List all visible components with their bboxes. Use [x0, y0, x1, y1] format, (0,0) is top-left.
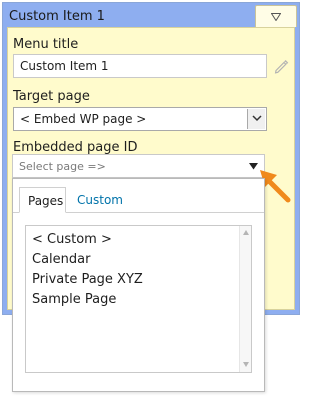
- embedded-page-placeholder: Select page =>: [19, 160, 106, 173]
- embedded-page-select[interactable]: Select page =>: [12, 154, 265, 178]
- menu-title-label: Menu title: [13, 37, 79, 52]
- list-item[interactable]: Calendar: [32, 252, 90, 267]
- target-page-select[interactable]: < Embed WP page >: [13, 107, 267, 131]
- target-page-label: Target page: [13, 89, 90, 104]
- chevron-down-icon: [252, 115, 262, 122]
- list-item[interactable]: < Custom >: [32, 232, 112, 247]
- list-item[interactable]: Sample Page: [32, 292, 116, 307]
- target-page-dropdown-button[interactable]: [247, 109, 265, 129]
- panel-header: Custom Item 1: [3, 3, 299, 28]
- page-picker-dropdown: Pages Custom < Custom > Calendar Private…: [12, 178, 265, 392]
- page-list[interactable]: < Custom > Calendar Private Page XYZ Sam…: [25, 225, 252, 373]
- menu-title-input[interactable]: Custom Item 1: [13, 54, 267, 78]
- panel-title: Custom Item 1: [9, 9, 105, 24]
- target-page-value: < Embed WP page >: [20, 112, 147, 126]
- triangle-down-icon: [271, 13, 281, 21]
- scroll-down-icon[interactable]: [243, 362, 249, 367]
- triangle-down-icon[interactable]: [249, 163, 258, 170]
- tab-pages[interactable]: Pages: [19, 187, 66, 213]
- tab-custom[interactable]: Custom: [69, 187, 129, 213]
- panel-toggle-button[interactable]: [255, 5, 297, 27]
- list-scrollbar[interactable]: [239, 226, 251, 372]
- pencil-icon[interactable]: [273, 58, 289, 74]
- embedded-page-label: Embedded page ID: [13, 140, 138, 155]
- list-item[interactable]: Private Page XYZ: [32, 272, 143, 287]
- scroll-up-icon[interactable]: [243, 230, 249, 235]
